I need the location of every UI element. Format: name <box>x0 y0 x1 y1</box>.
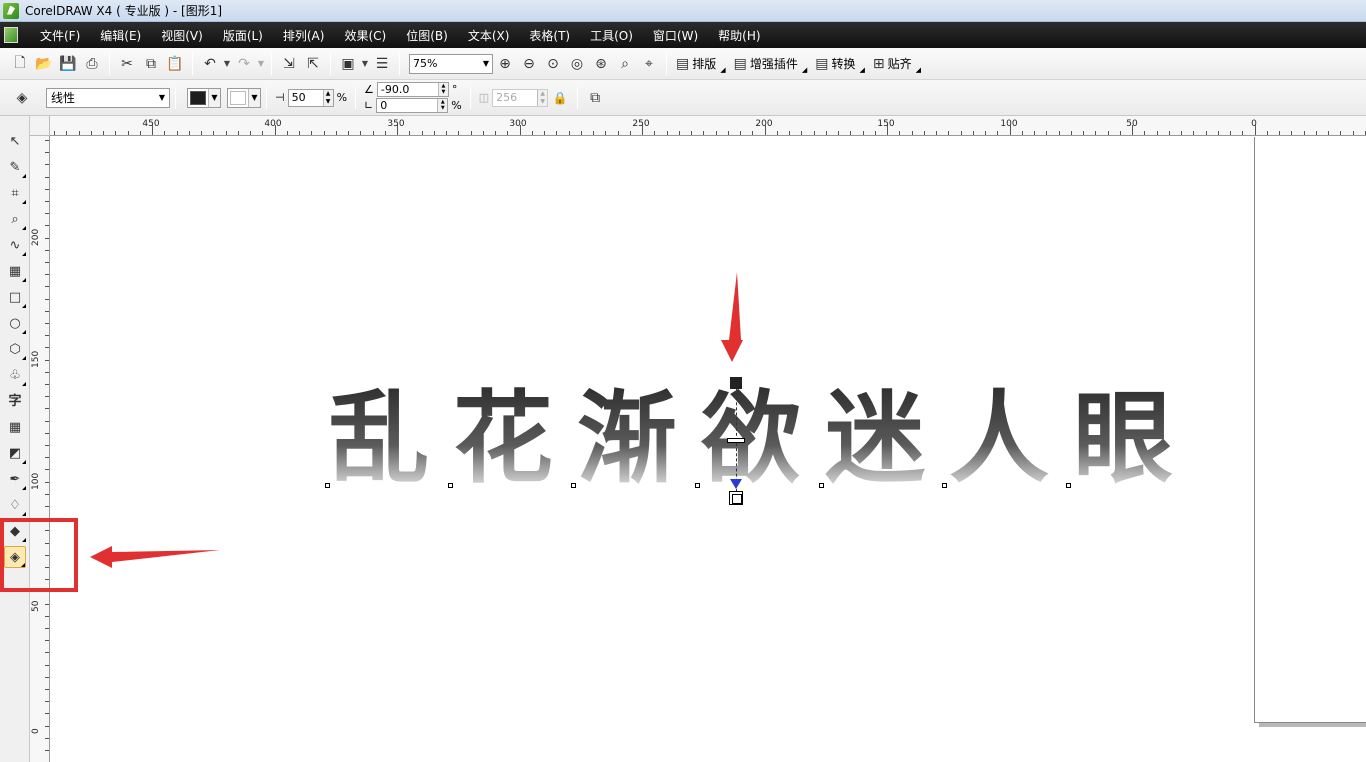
annotation-arrow-down <box>721 272 743 362</box>
annotation-arrow-left <box>90 546 220 568</box>
annotation-arrows <box>90 272 743 568</box>
